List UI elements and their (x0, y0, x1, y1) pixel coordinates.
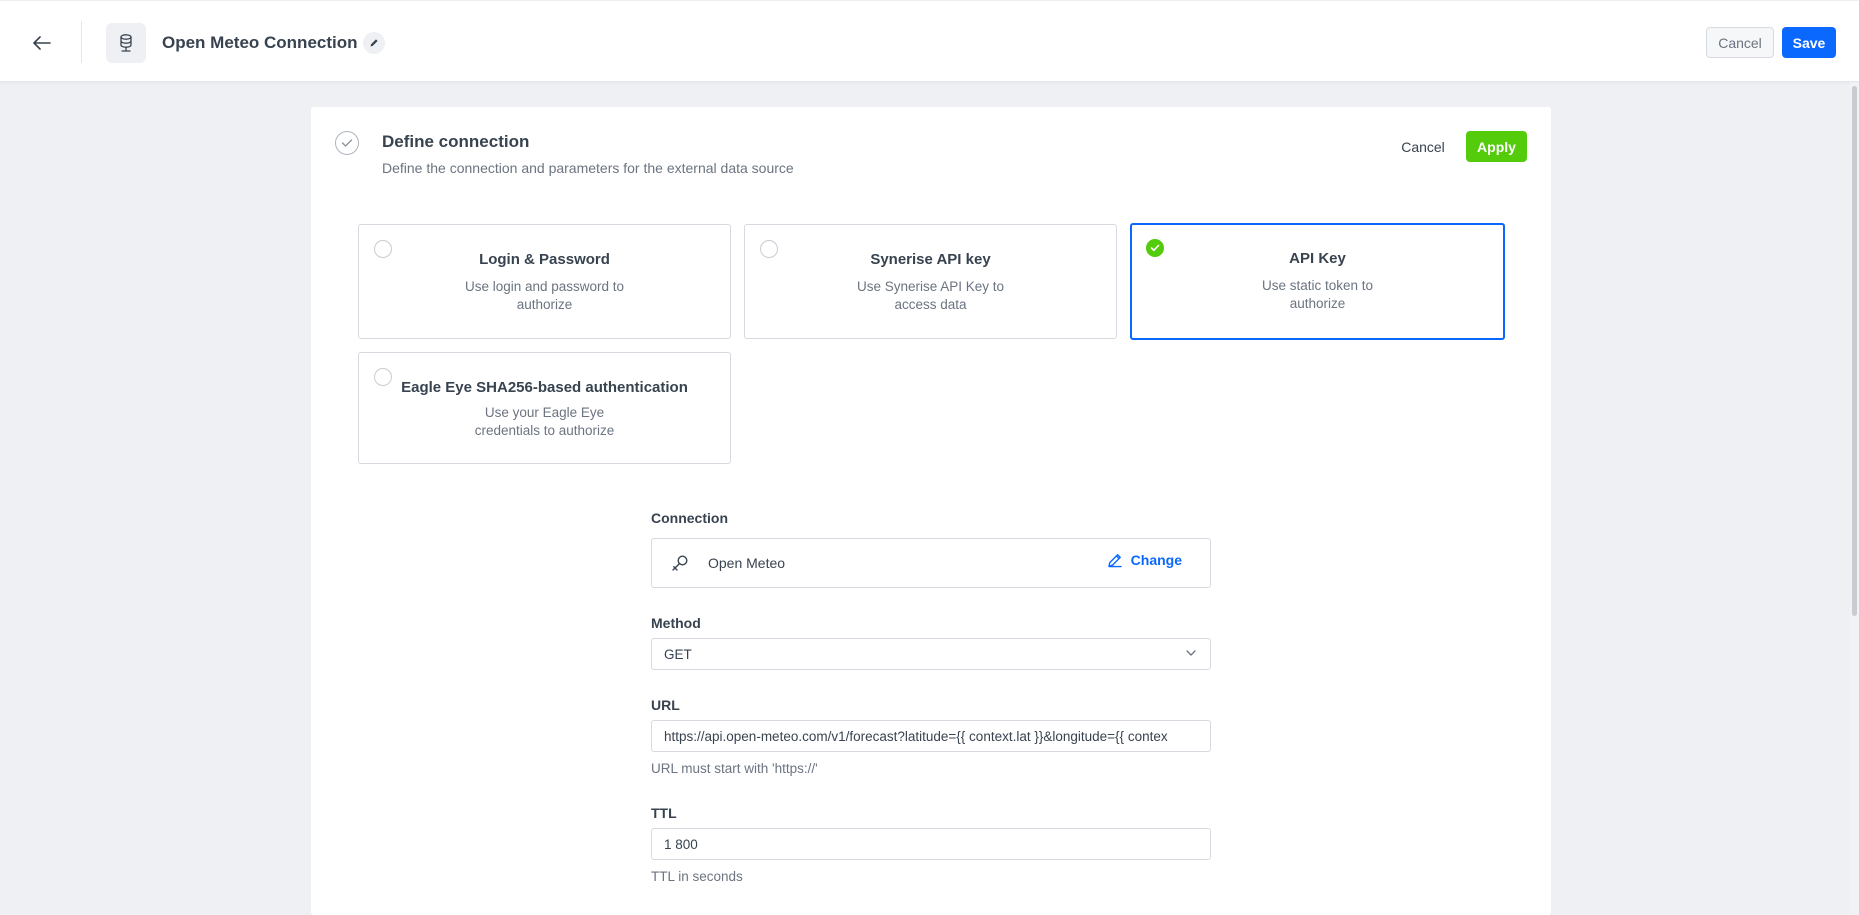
back-button[interactable] (22, 27, 62, 59)
pencil-icon (1107, 554, 1122, 568)
apply-button[interactable]: Apply (1466, 131, 1527, 162)
connection-name: Open Meteo (708, 555, 786, 571)
key-icon (672, 555, 688, 571)
auth-option-synerise-api-key[interactable]: Synerise API key Use Synerise API Key to… (744, 224, 1117, 339)
url-input[interactable]: https://api.open-meteo.com/v1/forecast?l… (651, 720, 1211, 752)
auth-option-api-key[interactable]: API Key Use static token to authorize (1130, 223, 1505, 340)
auth-option-title: Eagle Eye SHA256-based authentication (401, 379, 688, 396)
url-hint: URL must start with 'https://' (651, 761, 818, 776)
ttl-value: 1 800 (664, 836, 698, 852)
edit-title-button[interactable] (363, 32, 385, 54)
auth-option-login-password[interactable]: Login & Password Use login and password … (358, 224, 731, 339)
define-connection-panel: Define connection Define the connection … (311, 107, 1551, 915)
auth-option-description: Use static token to authorize (1261, 278, 1374, 311)
auth-option-title: Synerise API key (870, 251, 991, 268)
auth-option-title: API Key (1289, 250, 1346, 267)
page-title: Open Meteo Connection (162, 33, 358, 52)
method-value: GET (664, 646, 692, 662)
ttl-label: TTL (651, 805, 677, 821)
save-button[interactable]: Save (1782, 27, 1836, 58)
change-label: Change (1130, 552, 1182, 568)
auth-option-title: Login & Password (479, 251, 610, 268)
panel-cancel-button[interactable]: Cancel (1393, 131, 1453, 162)
auth-option-description: Use Synerise API Key to access data (856, 279, 1005, 312)
top-bar: Open Meteo Connection Cancel Save (0, 1, 1859, 82)
arrow-left-icon (33, 36, 51, 50)
method-label: Method (651, 615, 701, 631)
change-connection-button[interactable]: Change (1107, 552, 1182, 568)
url-label: URL (651, 697, 680, 713)
ttl-hint: TTL in seconds (651, 869, 743, 884)
chevron-down-icon (1186, 650, 1196, 656)
database-icon (106, 23, 146, 63)
auth-option-eagle-eye[interactable]: Eagle Eye SHA256-based authentication Us… (358, 352, 731, 464)
url-value: https://api.open-meteo.com/v1/forecast?l… (664, 728, 1168, 744)
check-circle-icon (335, 131, 359, 155)
auth-option-description: Use your Eagle Eye credentials to author… (474, 405, 615, 438)
step-description: Define the connection and parameters for… (382, 160, 794, 176)
auth-option-description: Use login and password to authorize (464, 279, 625, 312)
scrollbar-thumb[interactable] (1852, 86, 1857, 616)
header-cancel-button[interactable]: Cancel (1706, 27, 1774, 58)
pencil-icon (370, 39, 378, 47)
header-divider (81, 21, 82, 63)
connection-selector[interactable]: Open Meteo Change (651, 538, 1211, 588)
ttl-input[interactable]: 1 800 (651, 828, 1211, 860)
method-select[interactable]: GET (651, 638, 1211, 670)
step-title: Define connection (382, 132, 530, 151)
connection-label: Connection (651, 510, 728, 526)
